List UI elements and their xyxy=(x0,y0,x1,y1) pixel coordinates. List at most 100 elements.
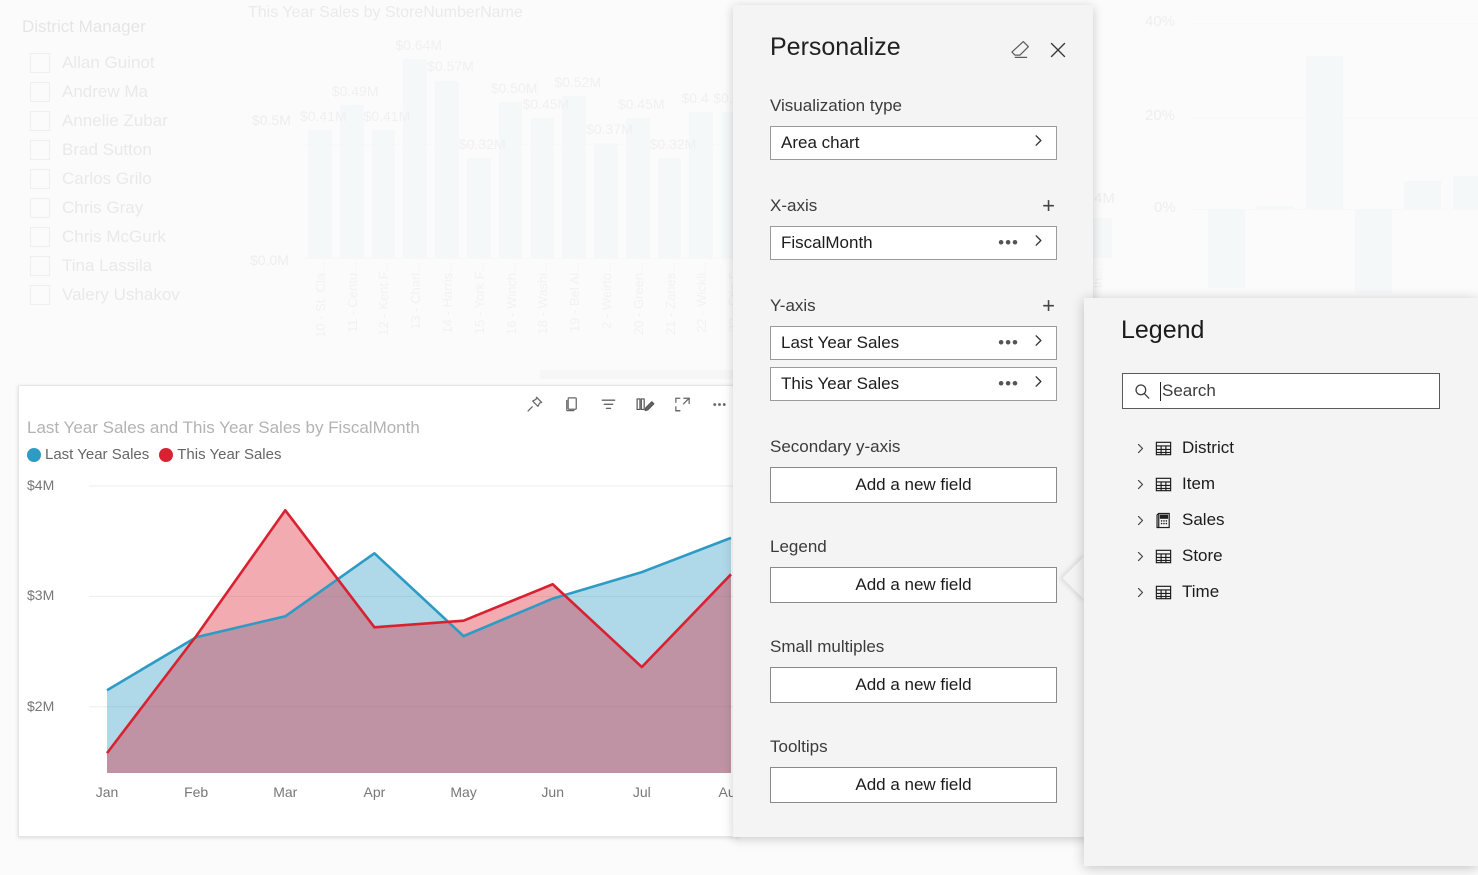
bar[interactable] xyxy=(658,158,682,258)
bar[interactable] xyxy=(435,81,459,259)
chevron-right-icon[interactable] xyxy=(1031,374,1046,394)
bar-chart-column[interactable] xyxy=(399,59,431,258)
col-chart-bar[interactable] xyxy=(1208,209,1245,288)
field-tree-table-row[interactable]: Time xyxy=(1130,574,1460,610)
col-chart-bar[interactable] xyxy=(1453,176,1478,209)
field-tree-table-row[interactable]: Sales xyxy=(1130,502,1460,538)
bar-chart-column[interactable] xyxy=(304,130,336,258)
scrollbar-thumb[interactable] xyxy=(540,370,750,379)
legend-entry[interactable]: Last Year Sales xyxy=(27,446,149,463)
pin-icon[interactable] xyxy=(522,392,546,416)
more-options-icon[interactable] xyxy=(707,392,731,416)
bar-chart-column[interactable] xyxy=(463,158,495,258)
slicer-item[interactable]: Chris McGurk xyxy=(30,222,180,251)
slicer-checkbox[interactable] xyxy=(30,82,50,102)
chevron-right-icon[interactable] xyxy=(1031,333,1046,353)
field-more-options-icon[interactable]: ••• xyxy=(998,374,1019,394)
bar-chart-column[interactable] xyxy=(336,105,368,258)
add-field-plus-icon[interactable]: + xyxy=(1040,195,1057,217)
visual-legend[interactable]: Last Year Sales This Year Sales xyxy=(27,446,281,463)
chevron-right-icon[interactable] xyxy=(1130,586,1150,599)
col-chart-bar[interactable] xyxy=(1404,181,1441,209)
bar[interactable] xyxy=(467,158,491,258)
slicer-item[interactable]: Valery Ushakov xyxy=(30,280,180,309)
field-tree[interactable]: DistrictItemSalesStoreTime xyxy=(1130,430,1460,610)
col-chart-bar[interactable] xyxy=(1355,209,1392,293)
field-well-item[interactable]: Area chart xyxy=(770,126,1057,160)
bar[interactable] xyxy=(340,105,364,258)
slicer-checkbox[interactable] xyxy=(30,256,50,276)
chevron-right-icon[interactable] xyxy=(1031,133,1046,153)
field-tree-table-row[interactable]: Store xyxy=(1130,538,1460,574)
field-more-options-icon[interactable]: ••• xyxy=(998,333,1019,353)
add-a-new-field-button[interactable]: Add a new field xyxy=(770,467,1057,503)
area-chart-plot[interactable] xyxy=(19,478,739,798)
bar[interactable] xyxy=(594,143,618,258)
slicer-checkbox[interactable] xyxy=(30,53,50,73)
field-tree-table-row[interactable]: District xyxy=(1130,430,1460,466)
add-a-new-field-button[interactable]: Add a new field xyxy=(770,767,1057,803)
percent-column-chart[interactable]: 40% 20% 0% xyxy=(1090,0,1478,310)
chevron-right-icon[interactable] xyxy=(1130,550,1150,563)
slicer-item[interactable]: Tina Lassila xyxy=(30,251,180,280)
personalize-icon[interactable] xyxy=(633,392,657,416)
bar[interactable] xyxy=(626,118,650,258)
chevron-right-icon[interactable] xyxy=(1130,514,1150,527)
slicer-item-list[interactable]: Allan GuinotAndrew MaAnnelie ZubarBrad S… xyxy=(30,48,180,309)
field-name: Area chart xyxy=(781,133,1031,153)
bar-chart-column[interactable] xyxy=(495,102,527,258)
filter-icon[interactable] xyxy=(596,392,620,416)
add-a-new-field-button[interactable]: Add a new field xyxy=(770,567,1057,603)
bar-chart-column[interactable] xyxy=(590,143,622,258)
col-chart-bar[interactable] xyxy=(1257,206,1294,209)
field-tree-table-row[interactable]: Item xyxy=(1130,466,1460,502)
slicer-item[interactable]: Annelie Zubar xyxy=(30,106,180,135)
bar-chart-column[interactable] xyxy=(527,118,559,258)
slicer-checkbox[interactable] xyxy=(30,169,50,189)
col-chart-ytick: 20% xyxy=(1145,107,1175,124)
close-icon[interactable] xyxy=(1045,37,1071,63)
bar-chart-column[interactable] xyxy=(685,112,717,258)
chevron-right-icon[interactable] xyxy=(1031,233,1046,253)
slicer-checkbox[interactable] xyxy=(30,198,50,218)
bar[interactable] xyxy=(308,130,332,258)
slicer-checkbox[interactable] xyxy=(30,285,50,305)
personalize-pane[interactable]: Personalize Visualization typeArea chart… xyxy=(733,5,1093,837)
slicer-item[interactable]: Brad Sutton xyxy=(30,135,180,164)
chevron-right-icon[interactable] xyxy=(1130,442,1150,455)
field-well-item[interactable]: This Year Sales••• xyxy=(770,367,1057,401)
bar[interactable] xyxy=(531,118,555,258)
field-well-item[interactable]: Last Year Sales••• xyxy=(770,326,1057,360)
bar[interactable] xyxy=(372,130,396,258)
slicer-item[interactable]: Carlos Grilo xyxy=(30,164,180,193)
bar-chart-column[interactable] xyxy=(654,158,686,258)
bar[interactable] xyxy=(689,112,713,258)
legend-field-flyout[interactable]: Legend Search DistrictItemSalesStoreTime xyxy=(1084,298,1478,866)
add-field-plus-icon[interactable]: + xyxy=(1040,295,1057,317)
area-chart-visual[interactable]: Last Year Sales and This Year Sales by F… xyxy=(18,385,740,837)
slicer-item[interactable]: Allan Guinot xyxy=(30,48,180,77)
eraser-icon[interactable] xyxy=(1007,37,1033,63)
store-sales-bar-chart[interactable]: This Year Sales by StoreNumberName $0.5M… xyxy=(236,0,756,390)
col-chart-bar[interactable] xyxy=(1306,56,1343,209)
bar[interactable] xyxy=(562,96,586,258)
slicer-checkbox[interactable] xyxy=(30,227,50,247)
add-a-new-field-button[interactable]: Add a new field xyxy=(770,667,1057,703)
slicer-item[interactable]: Andrew Ma xyxy=(30,77,180,106)
focus-mode-icon[interactable] xyxy=(670,392,694,416)
col-chart-gridline xyxy=(1190,23,1478,24)
slicer-item[interactable]: Chris Gray xyxy=(30,193,180,222)
chevron-right-icon[interactable] xyxy=(1130,478,1150,491)
bar[interactable] xyxy=(499,102,523,258)
bar-chart-column[interactable] xyxy=(431,81,463,259)
field-more-options-icon[interactable]: ••• xyxy=(998,233,1019,253)
copy-icon[interactable] xyxy=(559,392,583,416)
slicer-checkbox[interactable] xyxy=(30,111,50,131)
legend-entry[interactable]: This Year Sales xyxy=(159,446,281,463)
slicer-checkbox[interactable] xyxy=(30,140,50,160)
search-input[interactable]: Search xyxy=(1122,373,1440,409)
field-well-item[interactable]: FiscalMonth••• xyxy=(770,226,1057,260)
visual-header-toolbar[interactable] xyxy=(522,392,731,416)
bar-chart-column[interactable] xyxy=(368,130,400,258)
bar[interactable] xyxy=(403,59,427,258)
